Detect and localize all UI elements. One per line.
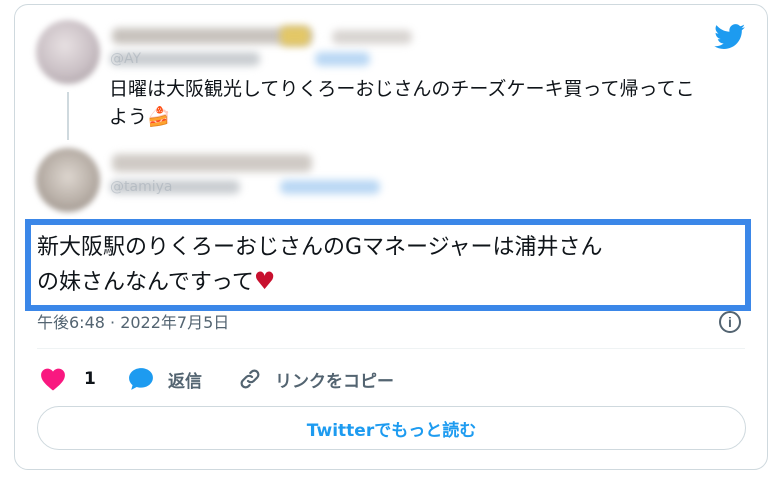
reply-tweet-avatar[interactable] xyxy=(36,148,100,212)
reply-tweet-text-line1: 新大阪駅のりくろーおじさんのGマネージャーは浦井さん xyxy=(37,235,603,260)
reply-tweet-handle: @tamiya xyxy=(110,179,173,195)
reply-tweet-text-line2: の妹さんなんですって♥ xyxy=(37,264,275,300)
first-tweet-text-line1: 日曜は大阪観光してりくろーおじさんのチーズケーキ買って帰ってこ xyxy=(109,78,695,100)
actions-divider xyxy=(37,348,745,349)
link-icon xyxy=(240,369,260,389)
thread-connector-line xyxy=(67,92,69,140)
first-tweet-meta-blurred xyxy=(332,30,412,44)
first-tweet-flag-blurred xyxy=(280,26,310,46)
first-tweet-avatar[interactable] xyxy=(36,20,100,84)
like-button[interactable]: 1 xyxy=(40,366,96,392)
info-icon[interactable]: i xyxy=(719,311,741,333)
first-tweet-handle: @AY xyxy=(110,51,142,67)
reply-label: 返信 xyxy=(168,371,202,392)
read-more-label: Twitterでもっと読む xyxy=(306,420,477,441)
reply-tweet-text-line2-words: の妹さんなんですって xyxy=(37,270,254,295)
read-more-on-twitter-button[interactable]: Twitterでもっと読む xyxy=(37,406,746,450)
first-tweet-text-line2-words: よう xyxy=(109,106,148,128)
like-count: 1 xyxy=(84,369,96,389)
reply-button[interactable]: 返信 xyxy=(128,366,202,392)
first-tweet-text-line2: よう🍰 xyxy=(109,104,171,130)
first-tweet-follow-blurred xyxy=(315,52,370,66)
copy-link-button[interactable]: リンクをコピー xyxy=(237,366,394,392)
reply-tweet-follow-blurred xyxy=(280,180,380,194)
twitter-bird-icon[interactable] xyxy=(714,24,746,50)
reply-bubble-icon xyxy=(129,368,153,390)
copy-link-label: リンクをコピー xyxy=(275,371,394,392)
red-heart-emoji-icon: ♥ xyxy=(253,267,276,295)
heart-icon xyxy=(41,368,65,391)
cake-emoji-icon: 🍰 xyxy=(147,106,171,128)
tweet-timestamp[interactable]: 午後6:48 · 2022年7月5日 xyxy=(37,309,229,333)
reply-tweet-display-name-blurred xyxy=(112,154,312,172)
